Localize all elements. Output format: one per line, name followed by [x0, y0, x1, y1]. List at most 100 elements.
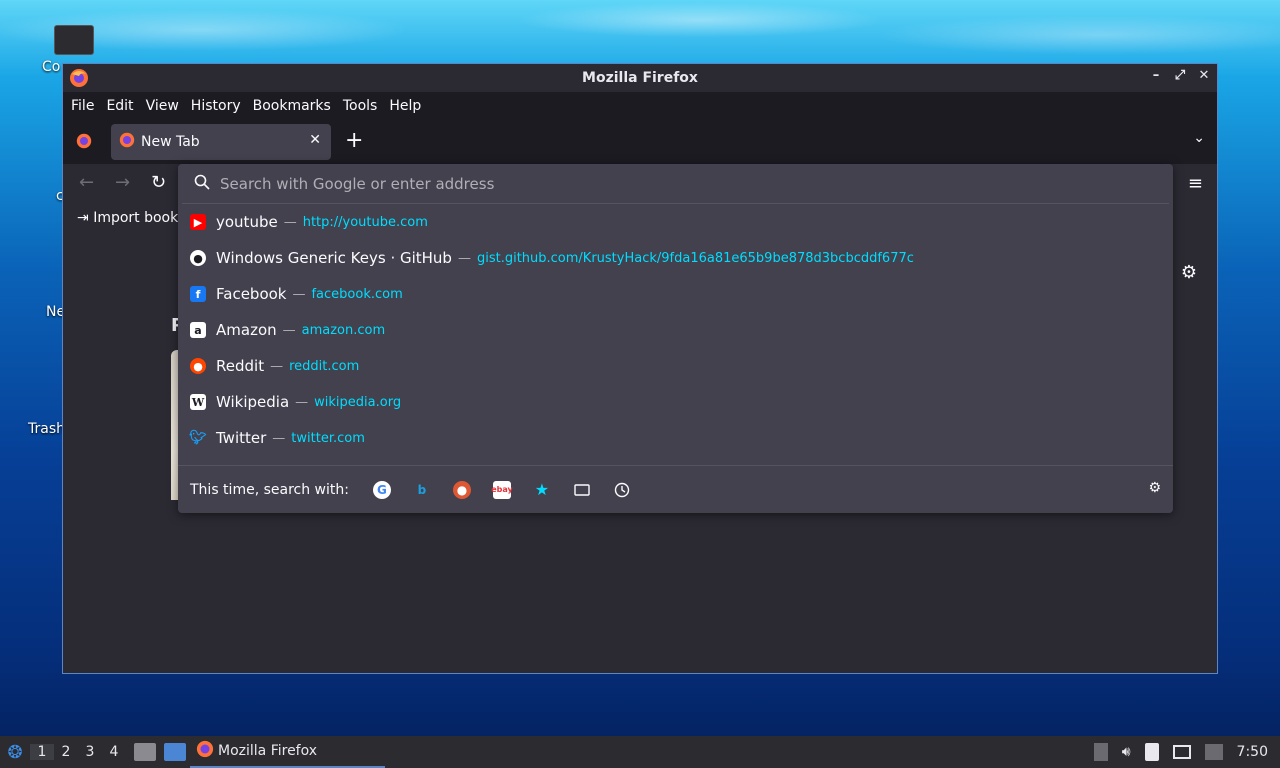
- app-menu-button[interactable]: ≡: [1188, 173, 1203, 194]
- ebay-icon[interactable]: ebay: [491, 480, 513, 499]
- desktop-icon-trash[interactable]: Trash: [28, 421, 65, 437]
- search-icon: [194, 174, 210, 194]
- youtube-icon: ▶: [190, 214, 206, 230]
- computer-icon: [54, 25, 94, 55]
- back-button[interactable]: ←: [79, 172, 94, 193]
- volume-icon[interactable]: 🔊︎: [1122, 744, 1131, 760]
- forward-button[interactable]: →: [115, 172, 130, 193]
- one-off-search-bar: This time, search with: G b ● ebay ★ ⚙: [178, 465, 1173, 513]
- tab-strip: New Tab ✕ + ⌄: [63, 120, 1217, 164]
- taskbar: ❂ 1 2 3 4 Mozilla Firefox 🔊︎ 7:50: [0, 736, 1280, 768]
- suggestion-title: Twitter: [216, 429, 267, 447]
- desktop-folder-icon[interactable]: [164, 743, 186, 761]
- suggestion-wikipedia[interactable]: W Wikipedia — wikipedia.org: [178, 384, 1173, 420]
- clipboard-icon[interactable]: [1144, 743, 1159, 761]
- tab-new-tab[interactable]: New Tab ✕: [111, 124, 331, 160]
- firefox-icon: [69, 68, 89, 92]
- suggestion-title: Windows Generic Keys · GitHub: [216, 249, 452, 267]
- workspace-4[interactable]: 4: [102, 744, 126, 760]
- minimize-button[interactable]: –: [1149, 68, 1163, 83]
- network-icon[interactable]: [1172, 745, 1191, 759]
- menu-help[interactable]: Help: [388, 98, 422, 114]
- taskbar-firefox-task[interactable]: Mozilla Firefox: [190, 736, 385, 768]
- import-icon: ⇥: [77, 210, 89, 226]
- reddit-icon: ●: [190, 358, 206, 374]
- suggestion-twitter[interactable]: 🐦︎ Twitter — twitter.com: [178, 420, 1173, 456]
- menubar: File Edit View History Bookmarks Tools H…: [63, 92, 1217, 120]
- firefox-window: Mozilla Firefox – ⤢ ✕ File Edit View His…: [62, 63, 1218, 674]
- reload-button[interactable]: ↻: [151, 172, 166, 193]
- system-tray: 🔊︎ 7:50: [1093, 736, 1280, 768]
- suggestion-separator: —: [457, 250, 471, 266]
- menu-file[interactable]: File: [70, 98, 95, 114]
- suggestion-reddit[interactable]: ● Reddit — reddit.com: [178, 348, 1173, 384]
- new-tab-button[interactable]: +: [345, 128, 363, 153]
- notification-icon[interactable]: [1204, 744, 1223, 760]
- github-icon: ●: [190, 250, 206, 266]
- import-bookmarks-label: Import book: [93, 210, 179, 226]
- suggestion-separator: —: [270, 358, 284, 374]
- close-button[interactable]: ✕: [1197, 68, 1211, 83]
- firefox-view-icon[interactable]: [76, 133, 92, 153]
- url-input-placeholder: Search with Google or enter address: [220, 174, 495, 193]
- menu-history[interactable]: History: [190, 98, 242, 114]
- suggestion-separator: —: [292, 286, 306, 302]
- suggestion-separator: —: [272, 430, 286, 446]
- suggestion-amazon[interactable]: a Amazon — amazon.com: [178, 312, 1173, 348]
- clock[interactable]: 7:50: [1237, 744, 1268, 760]
- suggestion-youtube[interactable]: ▶ youtube — http://youtube.com: [178, 204, 1173, 240]
- tab-close-icon[interactable]: ✕: [309, 132, 321, 148]
- suggestion-url: reddit.com: [289, 358, 360, 374]
- tab-list-chevron-icon[interactable]: ⌄: [1193, 130, 1205, 146]
- suggestion-separator: —: [295, 394, 309, 410]
- facebook-icon: f: [190, 286, 206, 302]
- suggestion-url: amazon.com: [301, 322, 386, 338]
- suggestion-title: Reddit: [216, 357, 265, 375]
- one-off-label: This time, search with:: [190, 481, 349, 498]
- tab-title: New Tab: [141, 134, 200, 150]
- workspace-2[interactable]: 2: [54, 744, 78, 760]
- suggestion-url: wikipedia.org: [314, 394, 402, 410]
- suggestion-title: Amazon: [216, 321, 277, 339]
- duckduckgo-icon[interactable]: ●: [452, 480, 471, 499]
- twitter-icon: 🐦︎: [189, 430, 207, 446]
- suggestion-title: Wikipedia: [216, 393, 290, 411]
- suggestion-github[interactable]: ● Windows Generic Keys · GitHub — gist.g…: [178, 240, 1173, 276]
- import-bookmarks-button[interactable]: ⇥ Import book: [77, 210, 178, 226]
- desktop-icon-label: Trash: [28, 421, 65, 437]
- start-menu-icon[interactable]: ❂: [0, 742, 30, 763]
- suggestion-url: facebook.com: [311, 286, 403, 302]
- suggestion-url: gist.github.com/KrustyHack/9fda16a81e65b…: [476, 250, 914, 266]
- search-settings-gear-icon[interactable]: ⚙: [1148, 480, 1161, 496]
- amazon-icon: a: [190, 322, 206, 338]
- menu-view[interactable]: View: [145, 98, 180, 114]
- google-icon[interactable]: G: [372, 480, 391, 499]
- menu-bookmarks[interactable]: Bookmarks: [252, 98, 332, 114]
- tabs-icon[interactable]: [573, 481, 591, 499]
- workspace-3[interactable]: 3: [78, 744, 102, 760]
- wikipedia-icon: W: [190, 394, 206, 410]
- file-manager-icon[interactable]: [134, 743, 156, 761]
- url-input-row[interactable]: Search with Google or enter address: [182, 164, 1169, 204]
- taskbar-task-label: Mozilla Firefox: [218, 743, 318, 759]
- suggestion-separator: —: [282, 322, 296, 338]
- suggestion-facebook[interactable]: f Facebook — facebook.com: [178, 276, 1173, 312]
- bing-icon[interactable]: b: [413, 481, 431, 499]
- history-icon[interactable]: [613, 481, 631, 499]
- menu-tools[interactable]: Tools: [342, 98, 379, 114]
- newtab-settings-gear-icon[interactable]: ⚙: [1181, 262, 1197, 283]
- suggestion-title: Facebook: [216, 285, 287, 303]
- tray-upload-icon[interactable]: [1093, 743, 1108, 761]
- firefox-taskbar-icon: [196, 740, 214, 762]
- maximize-button[interactable]: ⤢: [1173, 68, 1187, 83]
- suggestion-url: twitter.com: [291, 430, 365, 446]
- window-titlebar[interactable]: Mozilla Firefox – ⤢ ✕: [63, 64, 1217, 92]
- menu-edit[interactable]: Edit: [105, 98, 134, 114]
- urlbar-dropdown: Search with Google or enter address ▶ yo…: [178, 164, 1173, 513]
- suggestion-url: http://youtube.com: [302, 214, 428, 230]
- bookmarks-star-icon[interactable]: ★: [533, 480, 551, 499]
- window-title: Mozilla Firefox: [582, 70, 698, 86]
- workspace-1[interactable]: 1: [30, 744, 54, 760]
- firefox-tab-icon: [119, 132, 135, 152]
- suggestion-title: youtube: [216, 213, 278, 231]
